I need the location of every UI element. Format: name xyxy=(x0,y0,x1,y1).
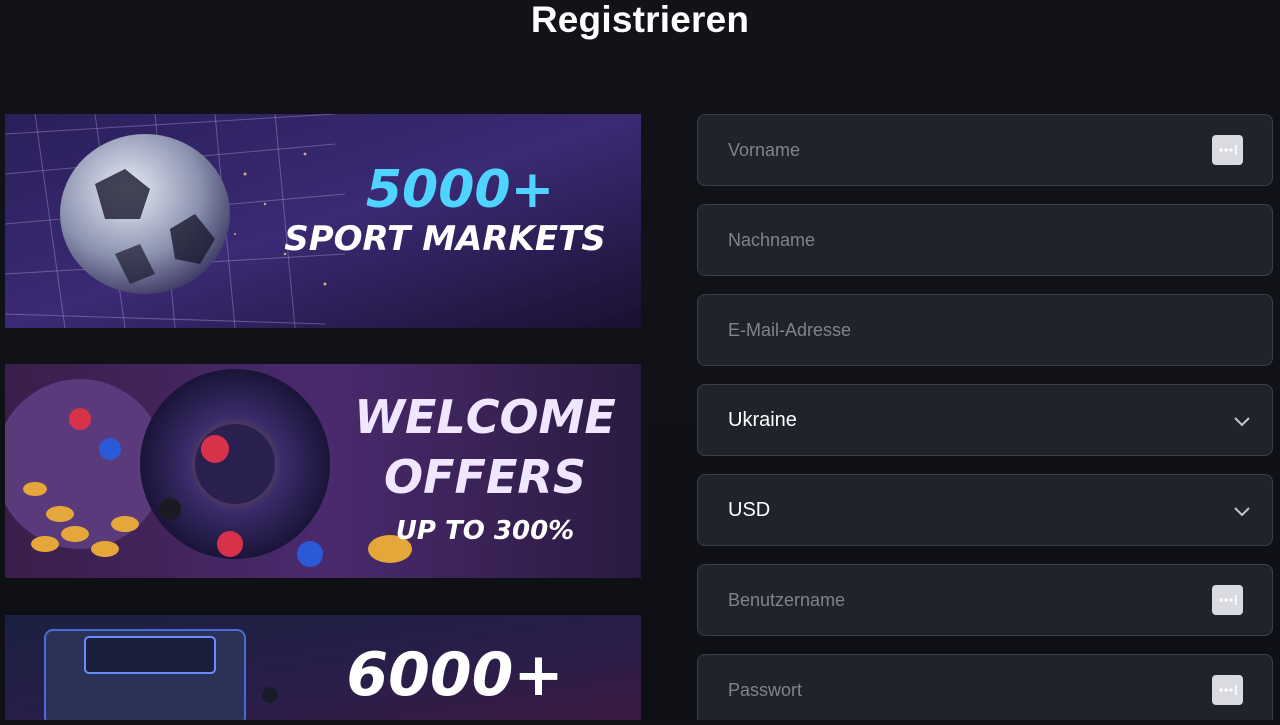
country-select[interactable]: Ukraine xyxy=(697,384,1273,456)
username-field[interactable]: Benutzername xyxy=(697,564,1273,636)
password-manager-icon[interactable] xyxy=(1212,585,1243,615)
last-name-placeholder: Nachname xyxy=(728,230,816,250)
slot-games-banner[interactable]: 6000+ xyxy=(5,615,641,720)
banner-subline: OFFERS xyxy=(384,450,586,504)
first-name-field[interactable]: Vorname xyxy=(697,114,1273,186)
currency-select[interactable]: USD xyxy=(697,474,1273,546)
email-field[interactable]: E-Mail-Adresse xyxy=(697,294,1273,366)
password-manager-icon[interactable] xyxy=(1212,135,1243,165)
password-manager-icon[interactable] xyxy=(1212,675,1243,705)
banner-headline: 5000+ xyxy=(365,160,555,220)
banner-subline: SPORT MARKETS xyxy=(284,219,606,259)
username-placeholder: Benutzername xyxy=(728,590,846,610)
page-title: Registrieren xyxy=(530,0,750,40)
chevron-down-icon[interactable] xyxy=(1232,501,1252,521)
chevron-down-icon[interactable] xyxy=(1232,411,1252,431)
currency-value: USD xyxy=(728,499,771,521)
sport-markets-banner[interactable]: 5000+ SPORT MARKETS xyxy=(5,114,641,328)
password-placeholder: Passwort xyxy=(728,680,803,700)
email-placeholder: E-Mail-Adresse xyxy=(728,320,852,340)
first-name-placeholder: Vorname xyxy=(728,140,801,160)
banner-headline: WELCOME xyxy=(354,390,616,444)
country-value: Ukraine xyxy=(728,409,797,431)
banner-headline: 6000+ xyxy=(346,640,564,710)
banner-offer: UP TO 300% xyxy=(395,516,575,546)
welcome-offers-banner[interactable]: WELCOME OFFERS UP TO 300% xyxy=(5,364,641,578)
password-field[interactable]: Passwort xyxy=(697,654,1273,720)
last-name-field[interactable]: Nachname xyxy=(697,204,1273,276)
